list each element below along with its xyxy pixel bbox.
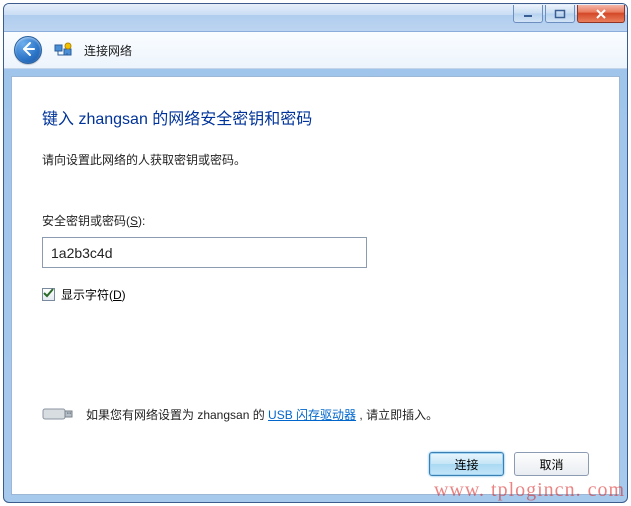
cancel-button[interactable]: 取消 [514, 452, 589, 476]
maximize-button[interactable] [545, 5, 575, 23]
connect-button[interactable]: 连接 [429, 452, 504, 476]
close-button[interactable] [577, 5, 625, 23]
window-frame: 连接网络 键入 zhangsan 的网络安全密钥和密码 请向设置此网络的人获取密… [3, 3, 628, 503]
checkmark-icon [43, 288, 54, 302]
usb-hint-row: 如果您有网络设置为 zhangsan 的 USB 闪存驱动器 , 请立即插入。 [42, 404, 589, 424]
content-wrapper: 键入 zhangsan 的网络安全密钥和密码 请向设置此网络的人获取密钥或密码。… [4, 69, 627, 502]
show-chars-row: 显示字符(D) [42, 286, 589, 303]
show-chars-checkbox[interactable] [42, 288, 55, 301]
sub-heading: 请向设置此网络的人获取密钥或密码。 [42, 151, 589, 168]
show-chars-label: 显示字符(D) [61, 286, 126, 303]
back-arrow-icon [20, 41, 36, 60]
usb-drive-icon [42, 404, 74, 424]
header-title: 连接网络 [84, 42, 132, 59]
key-field-label: 安全密钥或密码(S): [42, 212, 589, 229]
spacer [42, 303, 589, 404]
usb-flash-link[interactable]: USB 闪存驱动器 [268, 408, 356, 422]
network-icon [54, 41, 72, 59]
button-row: 连接 取消 [42, 452, 589, 476]
titlebar [4, 4, 627, 32]
content-panel: 键入 zhangsan 的网络安全密钥和密码 请向设置此网络的人获取密钥或密码。… [11, 76, 620, 495]
header-bar: 连接网络 [4, 32, 627, 69]
back-button[interactable] [14, 36, 42, 64]
minimize-button[interactable] [513, 5, 543, 23]
main-heading: 键入 zhangsan 的网络安全密钥和密码 [42, 105, 589, 129]
security-key-input[interactable] [42, 237, 367, 268]
usb-hint-text: 如果您有网络设置为 zhangsan 的 USB 闪存驱动器 , 请立即插入。 [86, 406, 438, 423]
